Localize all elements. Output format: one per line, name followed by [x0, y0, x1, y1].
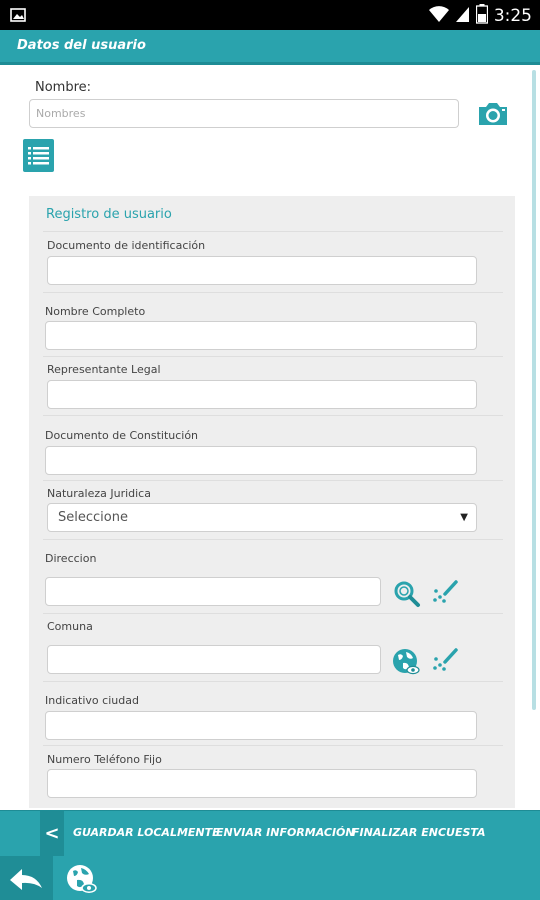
page-title: Datos del usuario: [17, 38, 146, 53]
edit-comuna-button[interactable]: [431, 646, 459, 674]
divider: [43, 415, 503, 416]
field-label-indicativo: Indicativo ciudad: [45, 694, 139, 707]
nombre-completo-input[interactable]: [45, 321, 477, 350]
divider: [43, 480, 503, 481]
direccion-input[interactable]: [45, 577, 381, 606]
edit-address-button[interactable]: [431, 578, 459, 606]
brush-icon: [433, 580, 458, 603]
representante-input[interactable]: [47, 380, 477, 409]
field-label-direccion: Direccion: [45, 552, 97, 565]
app-header: Datos del usuario: [0, 30, 540, 65]
field-label-naturaleza: Naturaleza Juridica: [47, 487, 151, 500]
send-info-button[interactable]: ENVIAR INFORMACIÓN: [216, 826, 355, 839]
status-bar: 3:25: [0, 0, 540, 30]
clock: 3:25: [493, 6, 532, 26]
divider: [43, 356, 503, 357]
divider: [43, 681, 503, 682]
field-label-documento: Documento de identificación: [47, 239, 206, 252]
field-label-representante: Representante Legal: [47, 363, 161, 376]
comuna-input[interactable]: [47, 645, 381, 674]
finish-survey-button[interactable]: FINALIZAR ENCUESTA: [352, 826, 486, 839]
field-label-nombre-completo: Nombre Completo: [45, 305, 146, 318]
field-label-constitucion: Documento de Constitución: [45, 429, 199, 442]
registration-form: Registro de usuario Documento de identif…: [29, 196, 515, 808]
indicativo-input[interactable]: [45, 711, 477, 740]
signal-icon: [455, 5, 470, 27]
telefono-input[interactable]: [47, 769, 477, 798]
naturaleza-selected-value: Seleccione: [58, 510, 128, 525]
brush-icon: [433, 648, 458, 671]
divider: [43, 539, 503, 540]
action-bar: < GUARDAR LOCALMENTE ENVIAR INFORMACIÓN …: [0, 810, 540, 857]
back-button[interactable]: [0, 856, 53, 900]
divider: [43, 613, 503, 614]
search-icon: [394, 581, 420, 607]
picture-icon: [10, 7, 26, 26]
camera-button[interactable]: [476, 100, 510, 128]
comuna-locate-button[interactable]: [391, 647, 420, 675]
map-button[interactable]: [64, 862, 98, 896]
scrollbar[interactable]: [532, 70, 536, 710]
back-arrow-icon: [10, 869, 42, 890]
constitucion-input[interactable]: [45, 446, 477, 475]
globe-icon: [393, 649, 420, 675]
battery-icon: [475, 4, 488, 28]
divider: [43, 231, 503, 232]
documento-input[interactable]: [47, 256, 477, 285]
camera-icon: [479, 103, 507, 125]
save-locally-button[interactable]: GUARDAR LOCALMENTE: [73, 826, 220, 839]
action-back-button[interactable]: <: [40, 811, 64, 857]
naturaleza-select[interactable]: Seleccione ▼: [47, 503, 477, 532]
form-title: Registro de usuario: [46, 207, 172, 222]
search-address-button[interactable]: [393, 580, 421, 608]
nombre-label: Nombre:: [35, 80, 92, 95]
nombre-input[interactable]: [29, 99, 459, 128]
divider: [43, 292, 503, 293]
bottom-toolbar: [0, 856, 540, 900]
dropdown-arrow-icon: ▼: [460, 512, 468, 523]
field-label-telefono: Numero Teléfono Fijo: [47, 753, 162, 766]
globe-icon: [67, 865, 97, 893]
wifi-icon: [428, 5, 450, 27]
field-label-comuna: Comuna: [47, 620, 93, 633]
list-icon: [28, 147, 49, 165]
divider: [43, 745, 503, 746]
menu-button[interactable]: [23, 139, 54, 172]
